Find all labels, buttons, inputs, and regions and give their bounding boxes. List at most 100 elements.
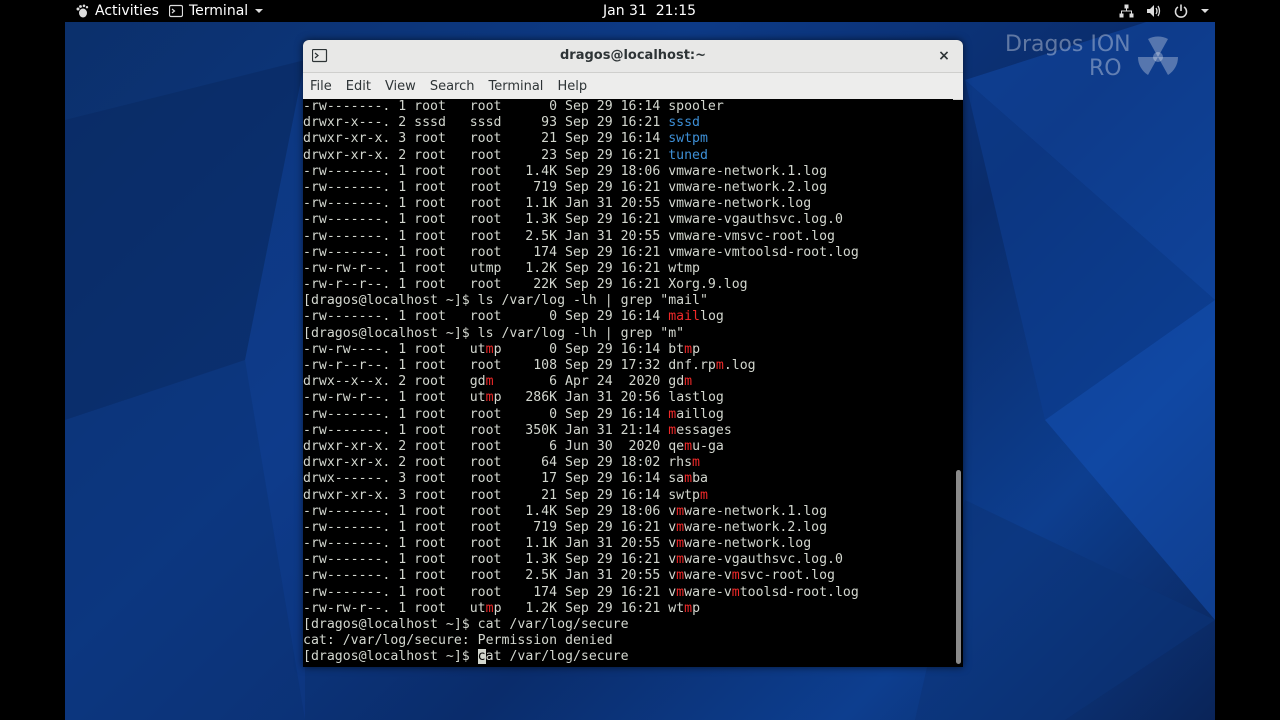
terminal-line: drwxr-xr-x. 2 root root 64 Sep 29 18:02 … xyxy=(303,455,953,471)
terminal-text: [dragos@localhost ~]$ cat /var/log/secur… xyxy=(303,617,629,632)
gnome-foot-icon xyxy=(76,4,89,18)
menu-view[interactable]: View xyxy=(385,79,416,94)
terminal-line: -rw-r--r--. 1 root root 22K Sep 29 16:21… xyxy=(303,277,953,293)
close-button[interactable]: × xyxy=(935,47,953,65)
terminal-text: at /var/log/secure xyxy=(485,649,629,665)
power-icon xyxy=(1174,4,1188,18)
menu-file[interactable]: File xyxy=(310,79,332,94)
watermark-line1: Dragos ION xyxy=(1005,32,1131,57)
terminal-text: -rw-------. 1 root root 1.1K Jan 31 20:5… xyxy=(303,536,677,552)
terminal-text: -rw-------. 1 root root 1.3K Sep 29 16:2… xyxy=(303,552,677,568)
terminal-text: m xyxy=(668,422,677,438)
terminal-text: m xyxy=(731,568,740,584)
terminal-text: ba xyxy=(692,471,708,487)
terminal-line: [dragos@localhost ~]$ cat /var/log/secur… xyxy=(303,617,953,633)
terminal-text: -rw-------. 1 root root 1.1K Jan 31 20:5… xyxy=(303,196,812,212)
terminal-line: drwxr-xr-x. 2 root root 23 Sep 29 16:21 … xyxy=(303,148,953,164)
terminal-text: drwx------. 3 root root 17 Sep 29 16:14 … xyxy=(303,471,685,487)
terminal-line: -rw-------. 1 root root 1.3K Sep 29 16:2… xyxy=(303,552,953,568)
terminal-text: -rw-------. 1 root root 719 Sep 29 16:21… xyxy=(303,519,677,535)
terminal-text: m xyxy=(485,341,494,357)
terminal-text: toolsd-root.log xyxy=(739,584,859,600)
menu-terminal[interactable]: Terminal xyxy=(488,79,543,94)
terminal-text: -rw-r--r--. 1 root root 108 Sep 29 17:32… xyxy=(303,358,716,373)
terminal-text: m xyxy=(684,341,693,357)
terminal-text: m xyxy=(684,374,693,390)
terminal-text: ware-v xyxy=(684,568,732,584)
menu-edit[interactable]: Edit xyxy=(346,79,371,94)
system-menu[interactable] xyxy=(1119,0,1210,22)
terminal-text: -rw-------. 1 root root 350K Jan 31 21:1… xyxy=(303,422,669,438)
terminal-line: -rw-------. 1 root root 0 Sep 29 16:14 m… xyxy=(303,309,953,325)
terminal-text: -rw-------. 1 root root 174 Sep 29 16:21… xyxy=(303,244,859,260)
terminal-text: -rw-------. 1 root root 2.5K Jan 31 20:5… xyxy=(303,568,677,584)
activities-label: Activities xyxy=(95,3,159,19)
terminal-text: ware-v xyxy=(684,584,732,600)
top-bar: Activities Terminal Jan 31 21:15 xyxy=(65,0,1215,22)
terminal-text: log xyxy=(700,309,724,325)
terminal-text: m xyxy=(676,536,685,552)
terminal-text: -rw-------. 1 root root 174 Sep 29 16:21… xyxy=(303,584,677,600)
terminal-line: -rw-------. 1 root root 1.4K Sep 29 18:0… xyxy=(303,504,953,520)
terminal-line: [dragos@localhost ~]$ ls /var/log -lh | … xyxy=(303,293,953,309)
terminal-line: -rw-------. 1 root root 2.5K Jan 31 20:5… xyxy=(303,229,953,245)
terminal-text: m xyxy=(676,503,685,519)
terminal-text: -rw-------. 1 root root 0 Sep 29 16:14 xyxy=(303,406,669,422)
terminal-output[interactable]: -rw-------. 1 root root 0 Sep 29 16:14 s… xyxy=(303,99,953,667)
terminal-text: drwxr-xr-x. 2 root root 23 Sep 29 16:21 xyxy=(303,147,669,163)
terminal-line: drwxr-x---. 2 sssd sssd 93 Sep 29 16:21 … xyxy=(303,115,953,131)
terminal-text: tuned xyxy=(668,147,708,163)
terminal-text: m xyxy=(485,374,494,390)
terminal-text: m xyxy=(676,584,685,600)
terminal-line: drwxr-xr-x. 3 root root 21 Sep 29 16:14 … xyxy=(303,131,953,147)
terminal-text: m xyxy=(668,406,677,422)
terminal-window[interactable]: dragos@localhost:~ × File Edit View Sear… xyxy=(303,40,963,667)
terminal-line: -rw-------. 1 root root 1.1K Jan 31 20:5… xyxy=(303,196,953,212)
terminal-line: -rw-------. 1 root root 0 Sep 29 16:14 s… xyxy=(303,99,953,115)
terminal-text: ware-network.1.log xyxy=(684,503,828,519)
watermark-line2: RO xyxy=(1089,56,1122,81)
terminal-line: -rw-------. 1 root root 719 Sep 29 16:21… xyxy=(303,520,953,536)
terminal-line: [dragos@localhost ~]$ cat /var/log/secur… xyxy=(303,649,953,665)
radiation-icon xyxy=(1137,36,1179,75)
activities-button[interactable]: Activities xyxy=(75,0,159,22)
terminal-line: drwxr-xr-x. 3 root root 21 Sep 29 16:14 … xyxy=(303,488,953,504)
terminal-line: -rw-------. 1 root root 350K Jan 31 21:1… xyxy=(303,423,953,439)
chevron-down-icon xyxy=(255,9,264,13)
terminal-text: -rw-------. 1 root root 0 Sep 29 16:14 s… xyxy=(303,99,724,114)
app-menu-terminal[interactable]: Terminal xyxy=(169,0,264,22)
terminal-text: -rw-------. 1 root root 2.5K Jan 31 20:5… xyxy=(303,228,835,244)
terminal-text: m xyxy=(715,358,724,373)
terminal-text: cat: /var/log/secure: Permission denied xyxy=(303,633,613,649)
menu-search[interactable]: Search xyxy=(430,79,475,94)
terminal-text: swtpm xyxy=(668,131,708,147)
terminal-text: drwx--x--x. 2 root gd xyxy=(303,374,486,390)
terminal-text: drwxr-xr-x. 2 root root 6 Jun 30 2020 qe xyxy=(303,438,685,454)
terminal-line: -rw-rw----. 1 root utmp 0 Sep 29 16:14 b… xyxy=(303,342,953,358)
terminal-line: -rw-------. 1 root root 0 Sep 29 16:14 m… xyxy=(303,407,953,423)
terminal-text: drwxr-xr-x. 3 root root 21 Sep 29 16:14 xyxy=(303,131,669,147)
window-titlebar[interactable]: dragos@localhost:~ × xyxy=(303,40,963,73)
terminal-text: -rw-rw-r--. 1 root ut xyxy=(303,600,486,616)
terminal-text: sssd xyxy=(668,115,700,131)
clock[interactable]: Jan 31 21:15 xyxy=(603,0,696,22)
terminal-text: -rw-rw----. 1 root ut xyxy=(303,341,486,357)
terminal-line: -rw-------. 1 root root 1.3K Sep 29 16:2… xyxy=(303,212,953,228)
channel-watermark: Dragos ION RO xyxy=(1005,32,1131,80)
terminal-line: -rw-------. 1 root root 174 Sep 29 16:21… xyxy=(303,585,953,601)
terminal-line: drwx--x--x. 2 root gdm 6 Apr 24 2020 gdm xyxy=(303,374,953,390)
terminal-text: p 286K Jan 31 20:56 lastlog xyxy=(493,390,724,406)
scrollbar-thumb[interactable] xyxy=(956,470,961,664)
menu-help[interactable]: Help xyxy=(557,79,587,94)
terminal-text: ware-network.log xyxy=(684,536,812,552)
terminal-text: p 1.2K Sep 29 16:21 wt xyxy=(493,600,685,616)
terminal-line: [dragos@localhost ~]$ ls /var/log -lh | … xyxy=(303,326,953,342)
terminal-text: m xyxy=(684,471,693,487)
terminal-text: mail xyxy=(668,309,700,325)
terminal-text: m xyxy=(692,455,700,471)
terminal-text: -rw-r--r--. 1 root root 22K Sep 29 16:21… xyxy=(303,277,748,293)
app-menu-label: Terminal xyxy=(189,3,249,19)
terminal-line: -rw-------. 1 root root 1.4K Sep 29 18:0… xyxy=(303,164,953,180)
terminal-line: drwx------. 3 root root 17 Sep 29 16:14 … xyxy=(303,471,953,487)
terminal-text: aillog xyxy=(676,406,724,422)
